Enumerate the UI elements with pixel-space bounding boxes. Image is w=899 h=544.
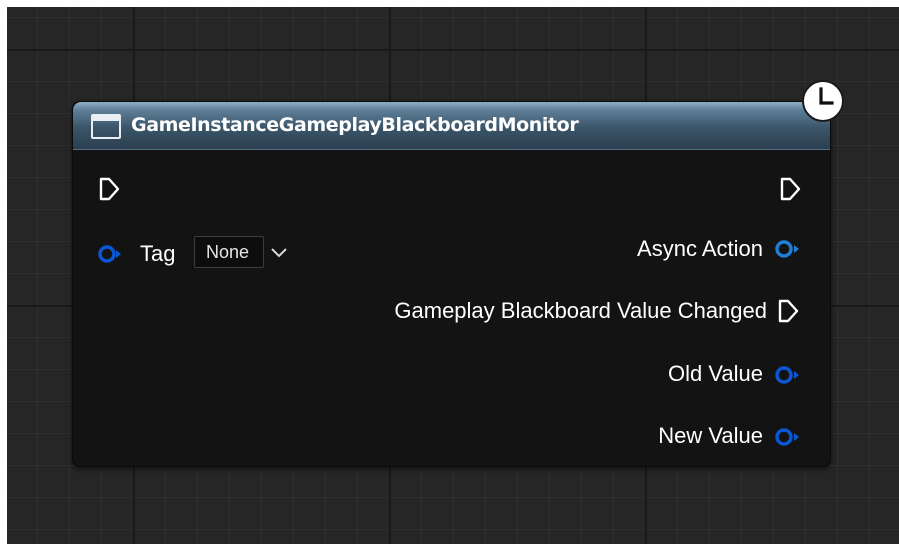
clock-icon xyxy=(802,80,844,122)
tag-label: Tag xyxy=(140,241,176,266)
tag-value-field[interactable]: None xyxy=(194,236,264,268)
node-title: GameInstanceGameplayBlackboardMonitor xyxy=(131,114,579,136)
exec-in-pin-icon[interactable] xyxy=(97,176,121,202)
node-header[interactable]: GameInstanceGameplayBlackboardMonitor xyxy=(73,102,830,150)
old-value-pin-icon[interactable] xyxy=(774,365,802,385)
new-value-pin-icon[interactable] xyxy=(774,427,802,447)
tag-pin-icon[interactable] xyxy=(97,244,123,264)
exec-out-pin-icon[interactable] xyxy=(778,176,802,202)
function-node-icon xyxy=(91,114,121,139)
chevron-down-icon[interactable] xyxy=(270,245,288,259)
new-value-label: New Value xyxy=(658,423,763,448)
value-changed-exec-pin-icon[interactable] xyxy=(776,298,800,324)
async-action-pin-icon[interactable] xyxy=(774,239,802,259)
async-action-label: Async Action xyxy=(637,236,763,261)
blueprint-node[interactable]: GameInstanceGameplayBlackboardMonitor Ta… xyxy=(72,101,831,467)
value-changed-label: Gameplay Blackboard Value Changed xyxy=(394,298,767,323)
old-value-label: Old Value xyxy=(668,361,763,386)
